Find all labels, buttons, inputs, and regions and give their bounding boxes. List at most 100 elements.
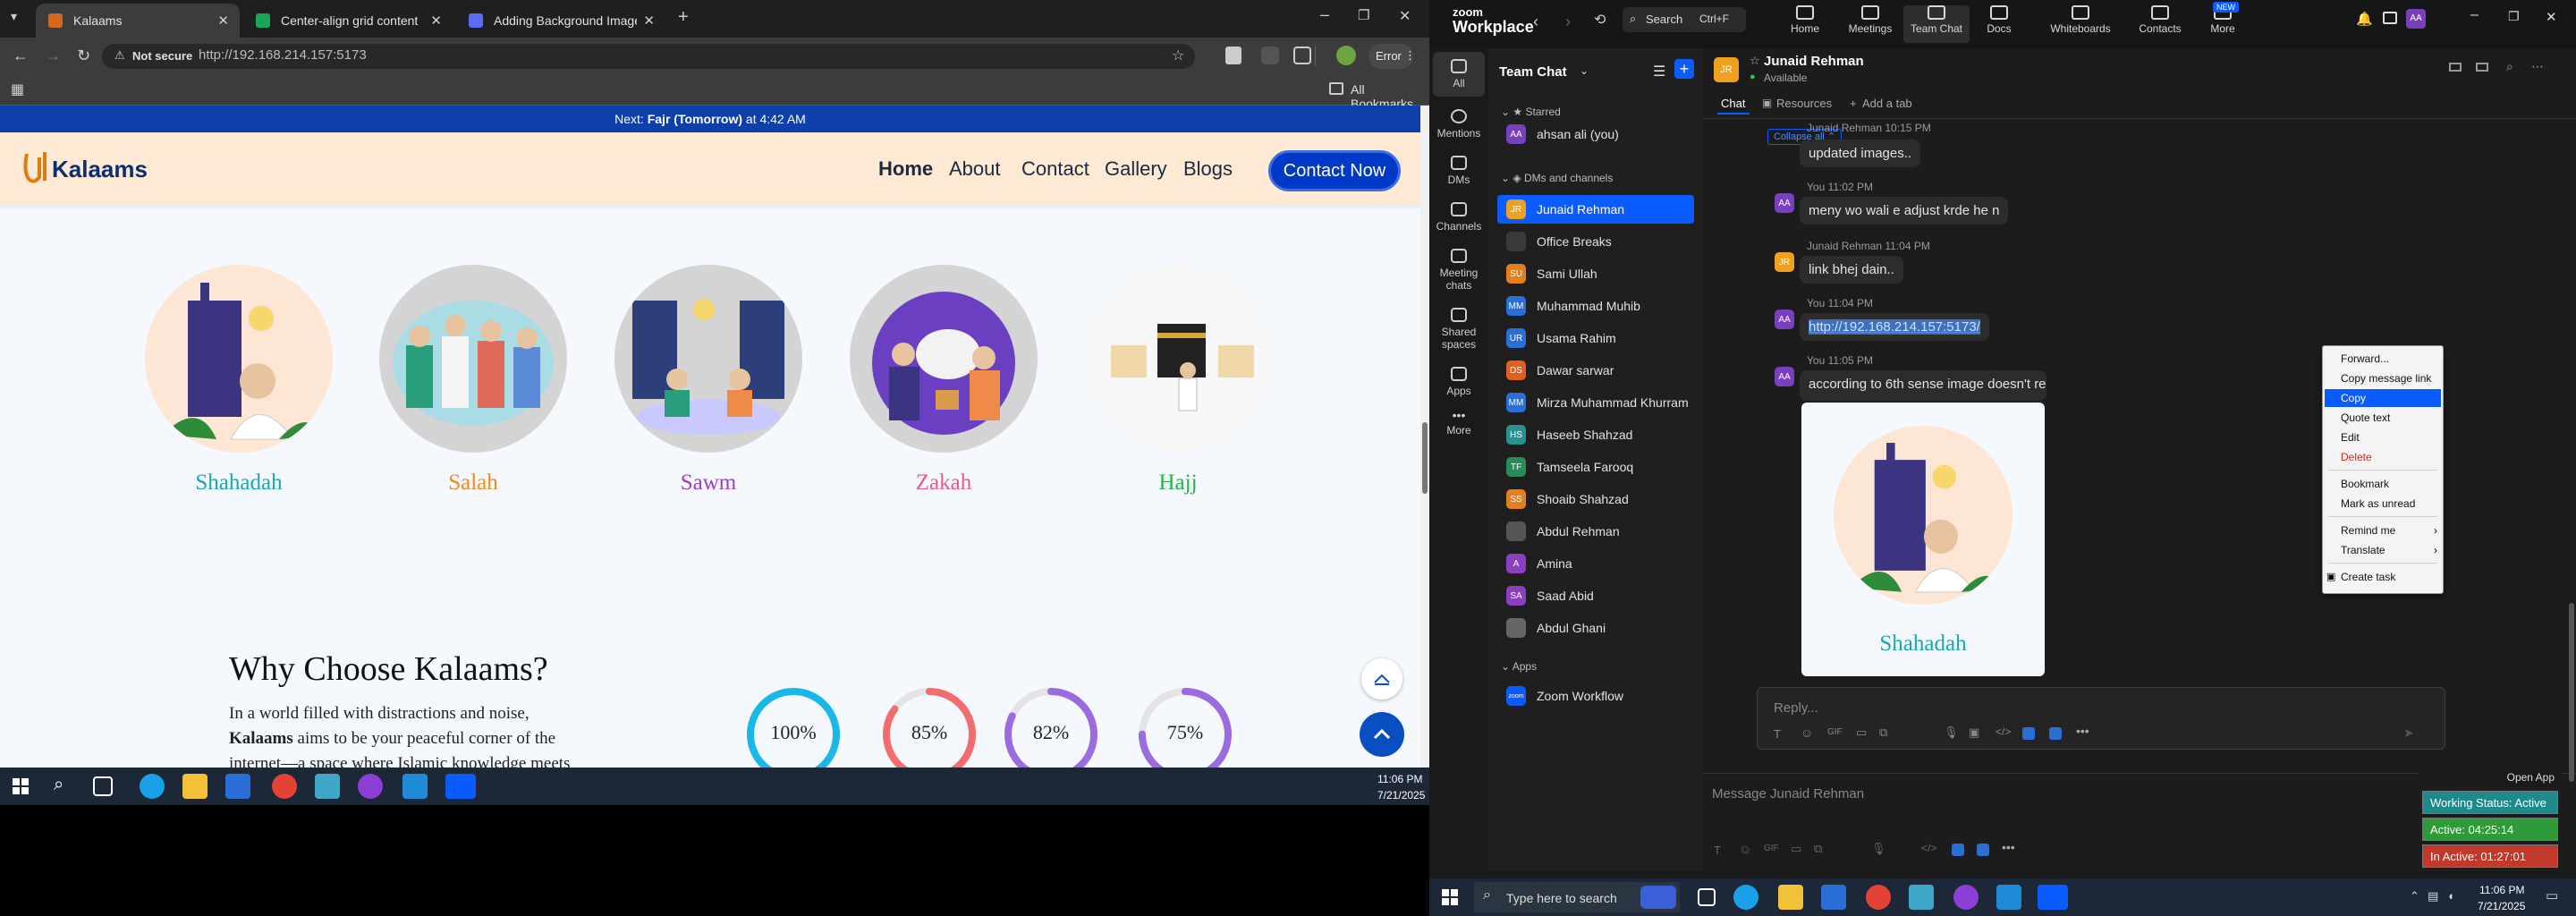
tab-center-align[interactable]: Center-align grid content ✕ bbox=[243, 4, 453, 38]
topnav-meetings[interactable]: Meetings bbox=[1839, 5, 1902, 43]
nav-gallery[interactable]: Gallery bbox=[1105, 157, 1167, 181]
windows-start-icon[interactable] bbox=[13, 778, 29, 794]
video-message-icon[interactable]: ▣ bbox=[1969, 725, 1979, 740]
topnav-docs[interactable]: Docs bbox=[1975, 5, 2023, 43]
url-text[interactable]: http://192.168.214.157:5173 bbox=[199, 47, 367, 63]
nav-blogs[interactable]: Blogs bbox=[1183, 157, 1233, 181]
reply-placeholder[interactable]: Reply... bbox=[1774, 700, 1818, 716]
send-icon[interactable]: ➤ bbox=[2403, 725, 2414, 741]
message-placeholder[interactable]: Message Junaid Rehman bbox=[1712, 786, 1864, 802]
message-bubble[interactable]: meny wo wali e adjust krde he n bbox=[1800, 197, 2009, 225]
context-menu-item[interactable]: Forward... bbox=[2325, 350, 2441, 368]
message-bubble[interactable]: updated images.. bbox=[1800, 140, 1921, 167]
network-icon[interactable]: ▤ bbox=[2428, 889, 2438, 903]
message-image-attachment[interactable]: Shahadah bbox=[1801, 403, 2045, 676]
search-icon[interactable]: ⌕ bbox=[2506, 59, 2513, 74]
chat-avatar[interactable]: JR bbox=[1714, 57, 1739, 82]
kalaams-logo-icon[interactable] bbox=[21, 148, 52, 190]
scrollbar-thumb[interactable] bbox=[1422, 422, 1428, 494]
topnav-whiteboards[interactable]: Whiteboards bbox=[2038, 5, 2123, 43]
topnav-team-chat[interactable]: Team Chat bbox=[1903, 5, 1970, 43]
close-tab-icon[interactable]: ✕ bbox=[217, 13, 229, 29]
app-integration-icon[interactable] bbox=[2049, 727, 2062, 740]
history-icon[interactable]: ⟲ bbox=[1594, 11, 1606, 29]
contact-item[interactable]: MM Muhammad Muhib bbox=[1497, 292, 1694, 320]
apps-grid-icon[interactable]: ▦ bbox=[11, 81, 24, 98]
code-snippet-icon[interactable]: </> bbox=[1921, 842, 1936, 854]
edge-icon[interactable] bbox=[1733, 885, 1758, 910]
context-menu-item[interactable]: Bookmark bbox=[2325, 475, 2441, 493]
sidebar-title[interactable]: Team Chat bbox=[1499, 64, 1567, 80]
pillar-salah[interactable]: Salah bbox=[379, 265, 567, 496]
contact-item[interactable]: Abdul Ghani bbox=[1497, 614, 1694, 642]
microphone-icon[interactable]: 🎙 bbox=[1944, 725, 1959, 740]
context-menu-item[interactable]: Copy bbox=[2325, 389, 2441, 407]
whiteboard-icon[interactable] bbox=[2383, 12, 2397, 24]
topnav-contacts[interactable]: Contacts bbox=[2129, 5, 2191, 43]
vscode-icon[interactable] bbox=[402, 774, 428, 799]
contact-item[interactable]: SS Shoaib Shahzad bbox=[1497, 485, 1694, 513]
context-menu-item[interactable]: Mark as unread bbox=[2325, 495, 2441, 513]
close-window-icon[interactable]: ✕ bbox=[1399, 7, 1411, 25]
profile-error-button[interactable]: Error ⋮ bbox=[1368, 44, 1416, 69]
context-menu-item[interactable]: Delete bbox=[2325, 448, 2441, 466]
message-link-bubble[interactable]: http://192.168.214.157:5173/ bbox=[1800, 313, 1989, 341]
task-view-icon[interactable] bbox=[1698, 888, 1716, 906]
starred-section[interactable]: ⌄ ★ Starred bbox=[1501, 106, 1561, 118]
tab-kalaams[interactable]: Kalaams ✕ bbox=[36, 4, 240, 38]
screenshot-icon[interactable]: ⧉ bbox=[1879, 725, 1887, 740]
contact-now-button[interactable]: Contact Now bbox=[1268, 150, 1401, 191]
bookmark-star-icon[interactable]: ☆ bbox=[1172, 47, 1184, 64]
gif-icon[interactable]: GIF bbox=[1827, 727, 1843, 737]
contact-item[interactable]: SA Saad Abid bbox=[1497, 581, 1694, 610]
rail-channels[interactable]: Channels bbox=[1433, 197, 1485, 233]
rail-all[interactable]: All bbox=[1433, 52, 1485, 97]
topnav-home[interactable]: Home bbox=[1778, 5, 1832, 43]
context-menu-item[interactable]: Create task bbox=[2325, 568, 2441, 586]
new-tab-icon[interactable]: + bbox=[678, 7, 689, 28]
vscode-icon[interactable] bbox=[1996, 885, 2021, 910]
chat-scrollbar-thumb[interactable] bbox=[2569, 603, 2574, 782]
edge-icon[interactable] bbox=[140, 774, 165, 799]
pillar-hajj[interactable]: Hajj bbox=[1084, 265, 1272, 496]
contact-item[interactable]: HS Haseeb Shahzad bbox=[1497, 420, 1694, 449]
forward-icon[interactable]: › bbox=[1565, 13, 1571, 31]
contact-item[interactable]: Abdul Rehman bbox=[1497, 517, 1694, 546]
gif-icon[interactable]: GIF bbox=[1764, 844, 1779, 853]
reload-icon[interactable]: ↻ bbox=[77, 47, 90, 65]
sender-avatar[interactable]: JR bbox=[1775, 252, 1794, 272]
resources-tab[interactable]: Resources bbox=[1776, 97, 1832, 110]
context-menu-item[interactable]: Edit bbox=[2325, 428, 2441, 446]
tray-chevron-icon[interactable]: ⌃ bbox=[2410, 889, 2419, 903]
tab-search-icon[interactable]: ▾ bbox=[11, 9, 17, 24]
file-icon[interactable]: ▭ bbox=[1791, 842, 1801, 856]
user-avatar[interactable]: AA bbox=[2406, 9, 2426, 29]
contact-item[interactable]: UR Usama Rahim bbox=[1497, 324, 1694, 352]
video-call-icon[interactable] bbox=[2449, 63, 2462, 72]
extension-icon[interactable] bbox=[1225, 47, 1241, 64]
contact-item[interactable]: JR Junaid Rehman bbox=[1497, 195, 1694, 224]
minimize-icon[interactable]: – bbox=[1320, 5, 1329, 24]
rail-meeting-chats[interactable]: Meeting chats bbox=[1433, 243, 1485, 292]
sender-avatar[interactable]: AA bbox=[1775, 193, 1794, 213]
chat-tab[interactable]: Chat bbox=[1721, 97, 1745, 110]
nav-contact[interactable]: Contact bbox=[1021, 157, 1089, 181]
screenshot-icon[interactable]: ⧉ bbox=[1814, 842, 1822, 856]
sender-avatar[interactable]: AA bbox=[1775, 367, 1794, 386]
add-tab[interactable]: Add a tab bbox=[1862, 97, 1912, 110]
app-icon[interactable] bbox=[1909, 885, 1934, 910]
chrome-icon[interactable] bbox=[1866, 885, 1891, 910]
rail-mentions[interactable]: Mentions bbox=[1433, 104, 1485, 140]
nav-home[interactable]: Home bbox=[878, 157, 933, 181]
rail-dms[interactable]: DMs bbox=[1433, 150, 1485, 186]
format-text-icon[interactable]: T bbox=[1774, 727, 1781, 741]
github-icon[interactable] bbox=[1953, 885, 1979, 910]
contact-item[interactable]: A Amina bbox=[1497, 549, 1694, 578]
extensions-puzzle-icon[interactable] bbox=[1293, 47, 1311, 64]
contact-item[interactable]: Office Breaks bbox=[1497, 227, 1694, 256]
store-icon[interactable] bbox=[225, 774, 250, 799]
windows-start-icon[interactable] bbox=[1442, 889, 1458, 905]
code-snippet-icon[interactable]: </> bbox=[1996, 725, 2011, 738]
more-options-icon[interactable]: ••• bbox=[2076, 724, 2089, 738]
filter-icon[interactable]: ☰ bbox=[1653, 63, 1665, 81]
